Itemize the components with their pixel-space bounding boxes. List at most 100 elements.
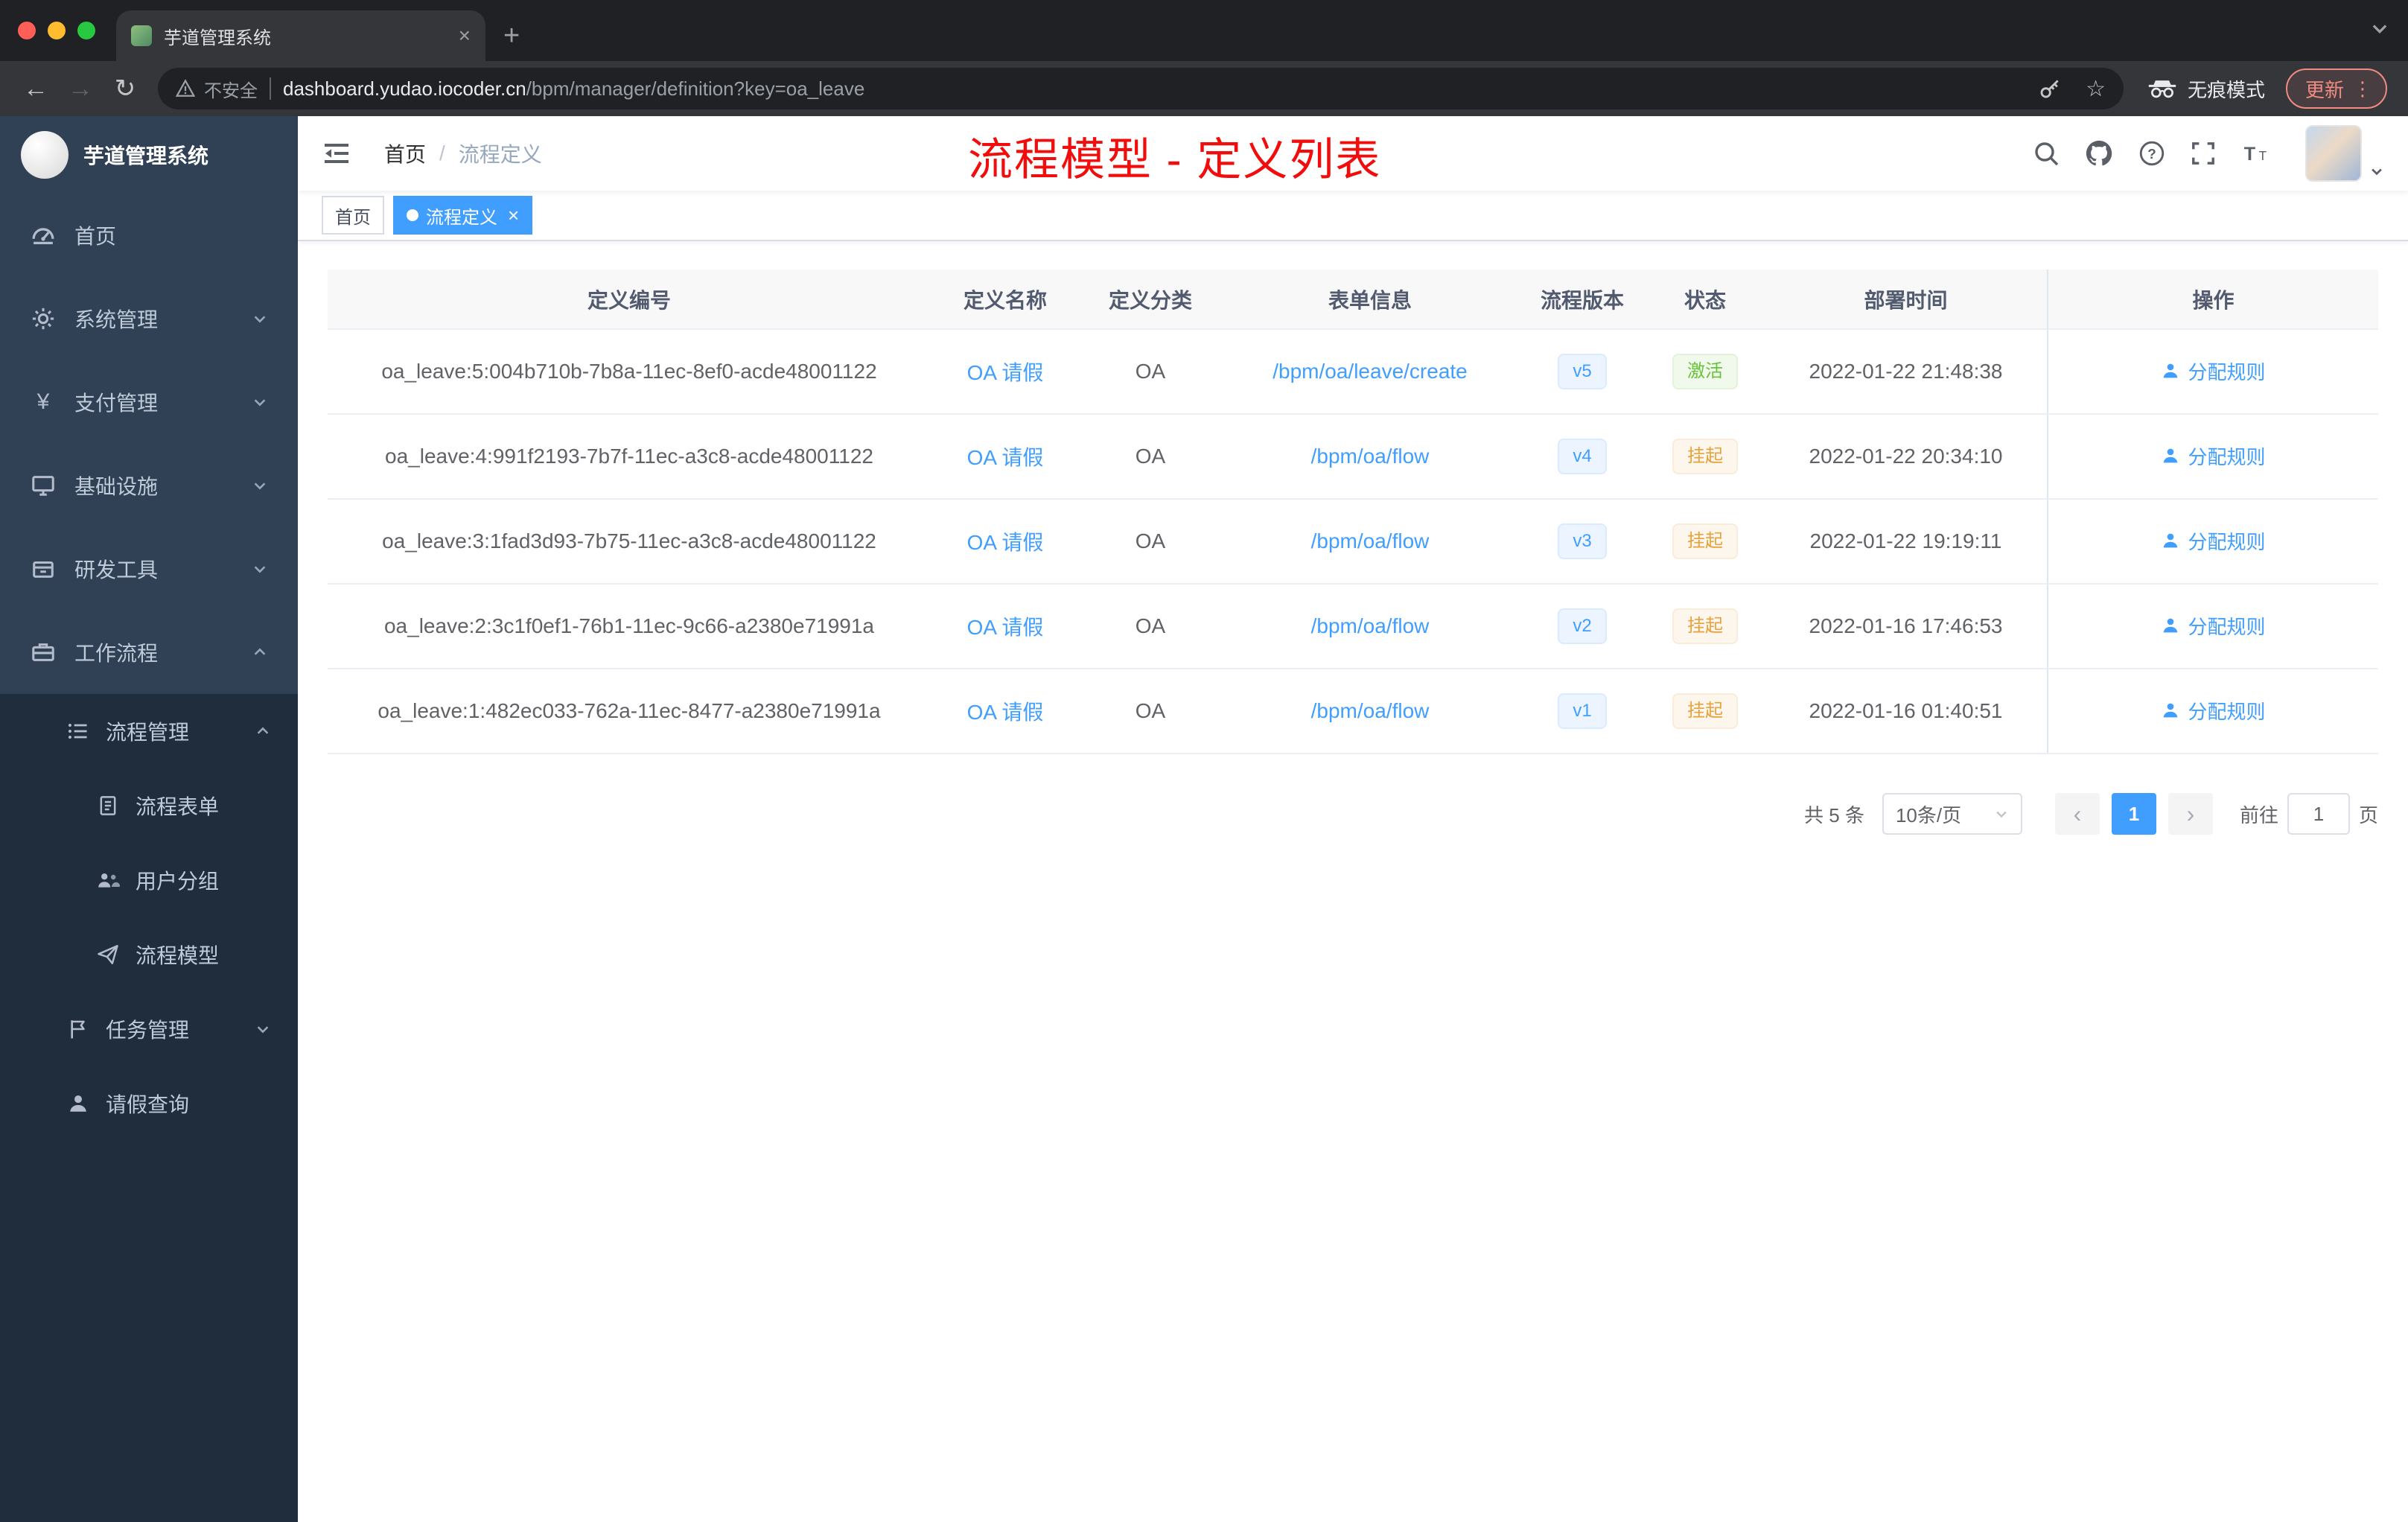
sidebar-top-section: 芋道管理系统 首页 系统管理 ¥ 支付管理 基础设施 研发工具 工作流程 xyxy=(0,116,298,694)
tag-process-definition[interactable]: 流程定义 × xyxy=(393,196,533,235)
person-icon xyxy=(2164,363,2178,378)
gear-icon xyxy=(30,306,57,331)
definition-category: OA xyxy=(1080,414,1221,500)
fullscreen-icon[interactable] xyxy=(2191,141,2216,166)
password-key-icon[interactable] xyxy=(2038,77,2062,101)
url-omnibox[interactable]: 不安全 dashboard.yudao.iocoder.cn/bpm/manag… xyxy=(158,68,2124,109)
person-icon xyxy=(2164,618,2178,633)
caret-down-icon xyxy=(2369,164,2384,182)
table-row: oa_leave:4:991f2193-7b7f-11ec-a3c8-acde4… xyxy=(328,414,2378,500)
browser-menu-dots-icon[interactable]: ⋮ xyxy=(2353,77,2372,101)
paper-plane-icon xyxy=(95,943,121,966)
sidebar-item-workflow[interactable]: 工作流程 xyxy=(0,611,298,694)
minimize-window-button[interactable] xyxy=(48,22,66,39)
column-header: 操作 xyxy=(2047,270,2378,330)
version-badge: v4 xyxy=(1558,439,1607,474)
breadcrumb-separator: / xyxy=(439,141,445,165)
form-info-link[interactable]: /bpm/oa/flow xyxy=(1311,529,1430,553)
sidebar-item-payment-management[interactable]: ¥ 支付管理 xyxy=(0,360,298,444)
not-secure-badge[interactable]: 不安全 xyxy=(176,76,258,102)
definition-id: oa_leave:4:991f2193-7b7f-11ec-a3c8-acde4… xyxy=(328,414,931,500)
new-tab-button[interactable]: + xyxy=(485,20,520,61)
assign-rule-button[interactable]: 分配规则 xyxy=(2161,357,2266,385)
assign-rule-button[interactable]: 分配规则 xyxy=(2161,697,2266,725)
status-badge: 挂起 xyxy=(1672,693,1738,729)
form-info-link[interactable]: /bpm/oa/flow xyxy=(1311,445,1430,468)
sidebar-item-home[interactable]: 首页 xyxy=(0,194,298,277)
chrome-update-button[interactable]: 更新 ⋮ xyxy=(2285,69,2387,109)
close-window-button[interactable] xyxy=(18,22,36,39)
back-icon[interactable]: ← xyxy=(15,68,57,109)
deploy-time: 2022-01-16 17:46:53 xyxy=(1765,584,2048,669)
form-info-link[interactable]: /bpm/oa/flow xyxy=(1311,614,1430,637)
help-icon[interactable]: ? xyxy=(2138,140,2165,167)
tab-close-icon[interactable]: × xyxy=(459,25,471,46)
deploy-time: 2022-01-22 21:48:38 xyxy=(1765,329,2048,415)
chevron-down-icon xyxy=(252,394,268,410)
prev-page-button[interactable]: ‹ xyxy=(2054,793,2100,835)
next-page-button[interactable]: › xyxy=(2167,793,2213,835)
main-area: 首页 / 流程定义 流程模型 - 定义列表 ? T T 首页 流程定义 × 定义… xyxy=(298,116,2408,1522)
sidebar-item-process-models[interactable]: 流程模型 xyxy=(0,917,298,992)
user-avatar-menu[interactable] xyxy=(2305,125,2384,182)
maximize-window-button[interactable] xyxy=(77,22,95,39)
sidebar-item-process-management[interactable]: 流程管理 xyxy=(0,694,298,768)
task-icon xyxy=(66,1018,91,1040)
search-icon[interactable] xyxy=(2033,140,2060,167)
caret-down-icon xyxy=(1994,806,2009,821)
sidebar-item-infrastructure[interactable]: 基础设施 xyxy=(0,444,298,527)
definition-name-link[interactable]: OA 请假 xyxy=(967,531,1044,554)
sidebar-item-task-management[interactable]: 任务管理 xyxy=(0,992,298,1066)
column-header: 部署时间 xyxy=(1765,270,2048,330)
person-icon xyxy=(2164,448,2178,463)
forward-icon[interactable]: → xyxy=(60,68,101,109)
tag-close-icon[interactable]: × xyxy=(505,206,519,225)
sidebar-item-system-management[interactable]: 系统管理 xyxy=(0,277,298,360)
tag-home[interactable]: 首页 xyxy=(322,196,384,235)
page-number-button[interactable]: 1 xyxy=(2111,793,2156,835)
definition-category: OA xyxy=(1080,329,1221,415)
definition-id: oa_leave:3:1fad3d93-7b75-11ec-a3c8-acde4… xyxy=(328,499,931,585)
bookmark-star-icon[interactable]: ☆ xyxy=(2086,76,2106,102)
column-header: 定义分类 xyxy=(1080,270,1221,330)
browser-tab[interactable]: 芋道管理系统 × xyxy=(116,10,485,61)
form-info-link[interactable]: /bpm/oa/flow xyxy=(1311,699,1430,722)
form-info-link[interactable]: /bpm/oa/leave/create xyxy=(1273,360,1468,383)
definition-id: oa_leave:5:004b710b-7b8a-11ec-8ef0-acde4… xyxy=(328,329,931,415)
page-size-select[interactable]: 10条/页 xyxy=(1882,793,2022,835)
sidebar-item-dev-tools[interactable]: 研发工具 xyxy=(0,527,298,611)
definition-name-link[interactable]: OA 请假 xyxy=(967,701,1044,724)
tab-search-chevron-icon[interactable] xyxy=(2369,18,2390,39)
definition-name-link[interactable]: OA 请假 xyxy=(967,616,1044,639)
github-icon[interactable] xyxy=(2085,139,2113,168)
sidebar-item-leave-query[interactable]: 请假查询 xyxy=(0,1066,298,1141)
font-size-icon[interactable]: TT xyxy=(2241,140,2271,167)
definition-category: OA xyxy=(1080,499,1221,585)
definition-name-link[interactable]: OA 请假 xyxy=(967,361,1044,384)
hamburger-icon[interactable] xyxy=(322,138,351,168)
sidebar-item-user-groups[interactable]: 用户分组 xyxy=(0,843,298,917)
reload-icon[interactable]: ↻ xyxy=(104,68,146,109)
url-text: dashboard.yudao.iocoder.cn/bpm/manager/d… xyxy=(283,77,865,100)
assign-rule-button[interactable]: 分配规则 xyxy=(2161,442,2266,470)
assign-rule-button[interactable]: 分配规则 xyxy=(2161,527,2266,555)
navbar-actions: ? TT xyxy=(2033,125,2384,182)
window-controls xyxy=(0,0,116,61)
definition-name-link[interactable]: OA 请假 xyxy=(967,446,1044,469)
avatar[interactable] xyxy=(2305,125,2362,182)
workflow-icon xyxy=(30,640,57,665)
assign-rule-button[interactable]: 分配规则 xyxy=(2161,612,2266,640)
list-icon xyxy=(66,719,91,743)
sidebar-item-process-forms[interactable]: 流程表单 xyxy=(0,768,298,843)
deploy-time: 2022-01-16 01:40:51 xyxy=(1765,669,2048,754)
version-badge: v1 xyxy=(1558,693,1607,729)
goto-page-input[interactable] xyxy=(2287,793,2350,835)
breadcrumb-home-link[interactable]: 首页 xyxy=(384,138,426,168)
browser-window: 芋道管理系统 × + ← → ↻ 不安全 dashboard.yudao.ioc… xyxy=(0,0,2408,1522)
app-logo-row[interactable]: 芋道管理系统 xyxy=(0,116,298,194)
column-header: 状态 xyxy=(1646,270,1765,330)
definition-category: OA xyxy=(1080,669,1221,754)
page-title-annotation: 流程模型 - 定义列表 xyxy=(968,135,1382,185)
definition-category: OA xyxy=(1080,584,1221,669)
table-row: oa_leave:2:3c1f0ef1-76b1-11ec-9c66-a2380… xyxy=(328,584,2378,669)
